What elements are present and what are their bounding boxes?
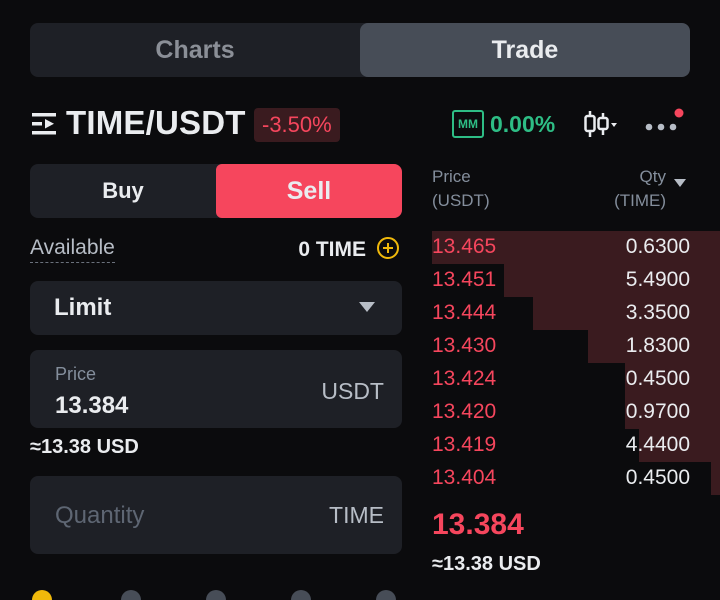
orderbook-row[interactable]: 13.465 0.6300 (432, 231, 720, 264)
triangle-down-icon[interactable] (674, 179, 686, 187)
orderbook-price-header-text: Price (USDT) (432, 167, 490, 210)
orderbook-qty-header-text: Qty (TIME) (614, 167, 666, 210)
slider-dot[interactable] (206, 590, 226, 600)
slider-dot-active[interactable] (32, 590, 52, 600)
pair-title[interactable]: TIME/USDT (66, 104, 246, 142)
slider-dot[interactable] (121, 590, 141, 600)
menu-icon[interactable] (32, 112, 58, 136)
pair-header: TIME/USDT -3.50% MM 0.00% (30, 104, 690, 146)
tab-trade[interactable]: Trade (360, 23, 690, 77)
orderbook-row[interactable]: 13.451 5.4900 (432, 264, 720, 297)
price-usd-equivalent: ≈13.38 USD (30, 436, 139, 458)
quantity-input[interactable]: Quantity TIME (30, 476, 402, 554)
ask-qty: 0.6300 (625, 235, 690, 258)
ask-price: 13.465 (432, 235, 497, 258)
buy-tab[interactable]: Buy (30, 164, 216, 218)
ask-qty: 4.4400 (625, 433, 690, 456)
more-icon[interactable] (644, 108, 688, 138)
order-type-select[interactable]: Limit (30, 281, 402, 335)
ask-price: 13.444 (432, 301, 497, 324)
mm-icon[interactable]: MM (452, 110, 484, 138)
orderbook-row[interactable]: 13.420 0.9700 (432, 396, 720, 429)
orderbook-row[interactable]: 13.444 3.3500 (432, 297, 720, 330)
ask-qty: 5.4900 (625, 268, 690, 291)
quantity-unit: TIME (329, 502, 384, 528)
slider-dot[interactable] (376, 590, 396, 600)
orderbook-row[interactable]: 13.424 0.4500 (432, 363, 720, 396)
quantity-placeholder: Quantity (55, 502, 145, 529)
orderbook-qty-header[interactable]: Qty (TIME) (614, 165, 666, 213)
buy-sell-toggle: Buy Sell (30, 164, 402, 218)
orderbook-row[interactable]: 13.419 4.4400 (432, 429, 720, 462)
price-field-value[interactable]: 13.384 (55, 392, 128, 420)
view-tabs: Charts Trade (30, 23, 690, 77)
available-value: 0 TIME (298, 238, 366, 261)
add-funds-icon[interactable] (376, 236, 400, 260)
mm-value[interactable]: 0.00% (490, 111, 555, 138)
last-price-usd: ≈13.38 USD (432, 553, 541, 575)
depth-bar (711, 462, 720, 495)
ask-price: 13.419 (432, 433, 497, 456)
price-input[interactable]: Price 13.384 USDT (30, 350, 402, 428)
ask-price: 13.430 (432, 334, 497, 357)
slider-dot[interactable] (291, 590, 311, 600)
ask-qty: 3.3500 (625, 301, 690, 324)
trade-screen: Charts Trade TIME/USDT -3.50% MM 0.00% B… (0, 0, 720, 600)
tab-charts[interactable]: Charts (30, 23, 360, 77)
orderbook-price-header: Price (USDT) (432, 165, 490, 213)
ask-qty: 0.4500 (625, 466, 690, 489)
ask-price: 13.404 (432, 466, 497, 489)
ask-price: 13.424 (432, 367, 497, 390)
price-unit: USDT (321, 378, 384, 404)
ask-qty: 0.9700 (625, 400, 690, 423)
orderbook-header: Price (USDT) Qty (TIME) (432, 165, 690, 215)
price-change-badge: -3.50% (254, 108, 340, 142)
orderbook-row[interactable]: 13.430 1.8300 (432, 330, 720, 363)
ask-price: 13.451 (432, 268, 497, 291)
triangle-down-icon (359, 302, 375, 312)
candlestick-icon[interactable] (583, 108, 621, 140)
ask-price: 13.420 (432, 400, 497, 423)
sell-tab[interactable]: Sell (216, 164, 402, 218)
available-label[interactable]: Available (30, 236, 115, 263)
ask-qty: 1.8300 (625, 334, 690, 357)
last-price[interactable]: 13.384 (432, 508, 524, 542)
available-row: Available 0 TIME (30, 236, 402, 266)
ask-qty: 0.4500 (625, 367, 690, 390)
orderbook-asks: 13.465 0.6300 13.451 5.4900 13.444 3.3500 13.4… (432, 231, 720, 495)
orderbook-row[interactable]: 13.404 0.4500 (432, 462, 720, 495)
order-type-value: Limit (54, 294, 112, 321)
price-field-label: Price (55, 364, 97, 384)
